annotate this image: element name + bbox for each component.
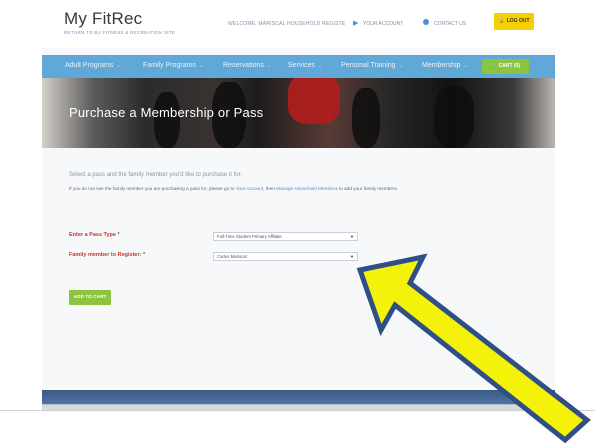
family-member-value: Carlos Mariscal xyxy=(217,254,247,259)
chevron-down-icon: ⌄ xyxy=(317,63,323,69)
add-to-cart-button[interactable]: ADD TO CART xyxy=(69,290,111,305)
note-prefix: If you do not see the family member you … xyxy=(69,186,236,191)
hero-figure xyxy=(352,88,380,148)
manage-household-link[interactable]: Manage Household Members xyxy=(276,186,338,191)
logout-button[interactable]: 🔒 LOG OUT xyxy=(494,13,534,30)
dropdown-arrow-icon: ▼ xyxy=(350,254,354,259)
return-link[interactable]: RETURN TO BU FITNESS & RECREATION SITE xyxy=(64,30,175,35)
note-middle: , then xyxy=(263,186,277,191)
intro-text: Select a pass and the family member you'… xyxy=(69,172,242,178)
page-bottom-line xyxy=(0,410,595,411)
note-suffix: to add your family members. xyxy=(337,186,399,191)
chevron-down-icon: ⌄ xyxy=(116,63,121,69)
chevron-down-icon: ⌄ xyxy=(398,63,403,69)
nav-label: Personal Training xyxy=(341,62,396,69)
chevron-down-icon: ⌄ xyxy=(266,63,272,69)
hero-figure xyxy=(288,78,340,124)
family-member-select[interactable]: Carlos Mariscal ▼ xyxy=(213,252,358,261)
nav-label: Adult Programs xyxy=(65,62,114,69)
lock-icon: 🔒 xyxy=(498,18,505,24)
nav-item-personal-training[interactable]: Personal Training ⌄ xyxy=(341,62,403,69)
welcome-text: WELCOME, MARISCAL HOUSEHOLD REGISTE xyxy=(228,21,346,27)
help-note: If you do not see the family member you … xyxy=(69,186,398,191)
site-header: My FitRec RETURN TO BU FITNESS & RECREAT… xyxy=(42,0,555,48)
nav-item-membership[interactable]: Membership ⌄ xyxy=(422,62,468,69)
hero-banner: Purchase a Membership or Pass xyxy=(42,78,555,148)
chevron-down-icon: ⌄ xyxy=(198,63,204,69)
pass-type-label: Enter a Pass Type * xyxy=(69,232,120,238)
page-title: Purchase a Membership or Pass xyxy=(69,105,264,120)
footer-bar xyxy=(42,390,555,404)
logout-label: LOG OUT xyxy=(506,18,530,24)
page: My FitRec RETURN TO BU FITNESS & RECREAT… xyxy=(42,0,555,412)
family-member-label: Family member to Register: * xyxy=(69,252,146,258)
contact-us-link[interactable]: CONTACT US xyxy=(434,21,466,27)
cart-label: CART (0) xyxy=(498,63,520,69)
hero-figure xyxy=(434,86,474,148)
nav-item-services[interactable]: Services ⌄ xyxy=(288,62,322,69)
main-nav: Adult Programs ⌄ Family Programs ⌄ Reserva… xyxy=(42,55,555,78)
nav-label: Reservations xyxy=(223,62,264,69)
nav-label: Family Programs xyxy=(143,62,196,69)
nav-label: Services xyxy=(288,62,315,69)
cart-icon: 🛒 xyxy=(490,63,499,69)
pass-type-value: Full-Time Student Primary Affiliate xyxy=(217,234,282,239)
nav-item-adult-programs[interactable]: Adult Programs ⌄ xyxy=(65,62,120,69)
site-logo[interactable]: My FitRec xyxy=(64,9,142,29)
nav-item-family-programs[interactable]: Family Programs ⌄ xyxy=(143,62,203,69)
your-account-inline-link[interactable]: Your Account xyxy=(236,186,263,191)
contact-icon xyxy=(423,19,429,25)
nav-item-reservations[interactable]: Reservations ⌄ xyxy=(223,62,271,69)
chevron-down-icon: ⌄ xyxy=(463,63,468,69)
cart-button[interactable]: 🛒 CART (0) xyxy=(482,59,529,74)
nav-label: Membership xyxy=(422,62,461,69)
pass-type-select[interactable]: Full-Time Student Primary Affiliate ▼ xyxy=(213,232,358,241)
user-icon: ▶ xyxy=(353,20,359,27)
your-account-link[interactable]: YOUR ACCOUNT xyxy=(363,21,403,27)
dropdown-arrow-icon: ▼ xyxy=(350,234,354,239)
hero-figure xyxy=(154,92,180,148)
